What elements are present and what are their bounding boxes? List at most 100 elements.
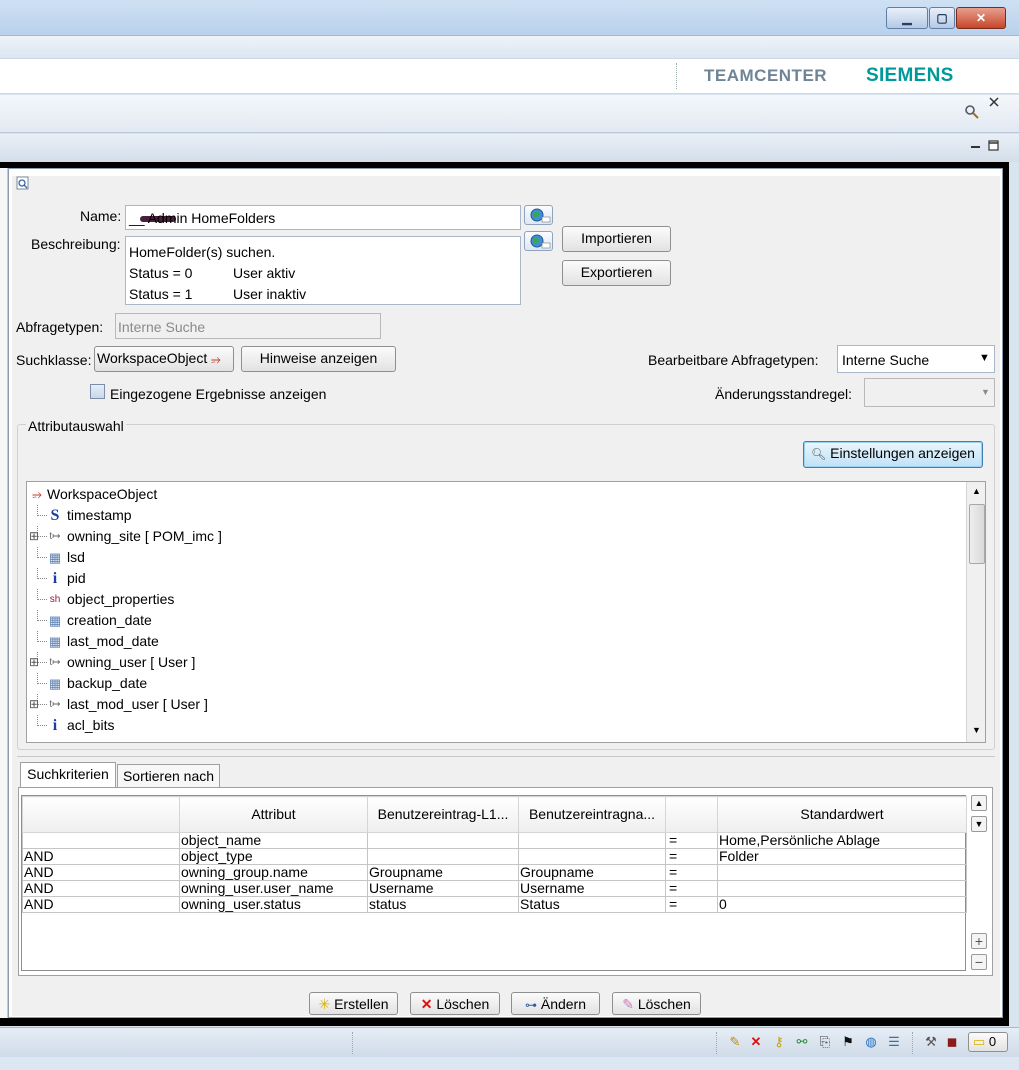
revision-rule-select[interactable]: ▼ <box>864 378 995 407</box>
clipboard-counter[interactable]: ▭ 0 <box>968 1032 1008 1052</box>
logic-cell[interactable]: AND <box>22 896 180 913</box>
scroll-down-icon[interactable]: ▼ <box>972 725 981 735</box>
keys-icon[interactable]: ⚷ <box>772 1035 786 1049</box>
minimize-button[interactable]: ▁ <box>886 7 928 29</box>
maximize-button[interactable]: ▢ <box>929 7 955 29</box>
tree-item[interactable]: i pid <box>27 568 957 589</box>
user-entry-name-cell[interactable]: Groupname <box>518 864 666 881</box>
tab-sort-by[interactable]: Sortieren nach <box>117 764 220 787</box>
tree-item[interactable]: ⭌ WorkspaceObject <box>27 484 957 505</box>
user-entry-name-cell[interactable]: Status <box>518 896 666 913</box>
operator-cell[interactable]: = <box>665 848 718 865</box>
column-header-operator[interactable] <box>665 796 718 833</box>
tools-icon[interactable]: ⚒ <box>924 1035 938 1049</box>
list-icon[interactable]: ☰ <box>887 1035 901 1049</box>
user-entry-name-cell[interactable] <box>518 832 666 849</box>
attribute-cell[interactable]: owning_user.status <box>179 896 368 913</box>
operator-cell[interactable]: = <box>665 832 718 849</box>
export-button[interactable]: Exportieren <box>562 260 671 286</box>
user-entry-l10n-cell[interactable]: status <box>367 896 519 913</box>
tree-item[interactable]: ▦ creation_date <box>27 610 957 631</box>
maximize-view-icon[interactable] <box>988 140 1000 152</box>
logic-cell[interactable]: AND <box>22 864 180 881</box>
expand-icon[interactable]: ⊞ <box>29 526 39 547</box>
description-field[interactable]: HomeFolder(s) suchen. Status = 0 User ak… <box>125 236 521 305</box>
attribute-cell[interactable]: owning_user.user_name <box>179 880 368 897</box>
operator-cell[interactable]: = <box>665 864 718 881</box>
default-value-cell[interactable]: Home,Persönliche Ablage <box>717 832 967 849</box>
tree-item[interactable]: i acl_bits <box>27 715 957 736</box>
attribute-tree[interactable]: ⭌ WorkspaceObject Stimestamp ⊞ t↦ owning_site… <box>26 481 986 743</box>
editable-types-select[interactable]: Interne Suche ▼ <box>837 345 995 373</box>
close-view-icon[interactable] <box>989 97 999 107</box>
attribute-cell[interactable]: object_type <box>179 848 368 865</box>
attribute-cell[interactable]: object_name <box>179 832 368 849</box>
default-value-cell[interactable] <box>717 864 967 881</box>
tree-item[interactable]: ⊞ t↦ owning_user [ User ] <box>27 652 957 673</box>
criteria-row[interactable]: AND owning_user.user_name Username Username… <box>22 880 967 897</box>
delete-status-icon[interactable]: ✕ <box>749 1035 763 1049</box>
user-entry-name-cell[interactable]: Username <box>518 880 666 897</box>
localize-description-button[interactable] <box>524 231 553 251</box>
pencil-icon[interactable]: ✎ <box>728 1035 742 1049</box>
minimize-view-icon[interactable] <box>970 142 982 152</box>
user-entry-l10n-cell[interactable]: Groupname <box>367 864 519 881</box>
import-button[interactable]: Importieren <box>562 226 671 252</box>
search-class-button[interactable]: WorkspaceObject ⭌ <box>94 346 234 372</box>
localize-name-button[interactable] <box>524 205 553 225</box>
globe-status-icon[interactable]: ◍ <box>864 1035 878 1049</box>
column-header-user-entry-l10n[interactable]: Benutzereintrag-L1... <box>367 796 519 833</box>
user-entry-l10n-cell[interactable]: Username <box>367 880 519 897</box>
scroll-up-icon[interactable]: ▲ <box>972 486 981 496</box>
name-field[interactable]: __ Admin HomeFolders <box>125 205 521 230</box>
default-value-cell[interactable]: 0 <box>717 896 967 913</box>
user-entry-name-cell[interactable] <box>518 848 666 865</box>
show-hints-button[interactable]: Hinweise anzeigen <box>241 346 396 372</box>
criteria-table[interactable]: Attribut Benutzereintrag-L1... Benutzere… <box>22 796 967 913</box>
tree-item[interactable]: ⊞ t↦ owning_site [ POM_imc ] <box>27 526 957 547</box>
column-header-attribute[interactable]: Attribut <box>179 796 368 833</box>
column-header-user-entry-name[interactable]: Benutzereintragna... <box>518 796 666 833</box>
link-icon[interactable]: ⚯ <box>795 1035 809 1049</box>
create-button[interactable]: ✳ Erstellen <box>309 992 398 1015</box>
show-retracted-checkbox[interactable] <box>90 384 105 399</box>
logic-cell[interactable] <box>22 832 180 849</box>
expand-icon[interactable]: ⊞ <box>29 652 39 673</box>
query-search-icon[interactable] <box>16 176 30 190</box>
tree-scrollbar[interactable]: ▲ ▼ <box>966 482 985 742</box>
logic-cell[interactable]: AND <box>22 880 180 897</box>
operator-cell[interactable]: = <box>665 896 718 913</box>
tab-search-criteria[interactable]: Suchkriterien <box>20 762 116 787</box>
tree-scroll-thumb[interactable] <box>969 504 985 564</box>
add-row-button[interactable]: + <box>971 933 987 949</box>
remove-row-button[interactable]: − <box>971 954 987 970</box>
operator-cell[interactable]: = <box>665 880 718 897</box>
delete-button[interactable]: ✕ Löschen <box>410 992 500 1015</box>
tree-item[interactable]: ▦ backup_date <box>27 673 957 694</box>
tree-item[interactable]: ▦ lsd <box>27 547 957 568</box>
checkout-icon[interactable]: ⎘ <box>818 1035 832 1049</box>
criteria-row[interactable]: AND owning_user.status status Status = 0 <box>22 896 967 913</box>
default-value-cell[interactable] <box>717 880 967 897</box>
tree-item[interactable]: sh object_properties <box>27 589 957 610</box>
criteria-row[interactable]: AND object_type = Folder <box>22 848 967 865</box>
column-header-default-value[interactable]: Standardwert <box>717 796 967 833</box>
expand-icon[interactable]: ⊞ <box>29 694 39 715</box>
cube-icon[interactable]: ◼ <box>945 1035 959 1049</box>
move-up-button[interactable]: ▲ <box>971 795 987 811</box>
modify-button[interactable]: ⊶ Ändern <box>511 992 600 1015</box>
criteria-row[interactable]: AND owning_group.name Groupname Groupname = <box>22 864 967 881</box>
tree-item[interactable]: ⊞ t↦ last_mod_user [ User ] <box>27 694 957 715</box>
tree-item[interactable]: ▦ last_mod_date <box>27 631 957 652</box>
show-settings-button[interactable]: 🔍︎ Einstellungen anzeigen <box>803 441 983 468</box>
criteria-row[interactable]: object_name = Home,Persönliche Ablage <box>22 832 967 849</box>
search-key-icon[interactable] <box>964 104 980 120</box>
default-value-cell[interactable]: Folder <box>717 848 967 865</box>
clear-button[interactable]: ✎ Löschen <box>612 992 701 1015</box>
close-button[interactable]: ✕ <box>956 7 1006 29</box>
flag-icon[interactable]: ⚑ <box>841 1035 855 1049</box>
move-down-button[interactable]: ▼ <box>971 816 987 832</box>
logic-cell[interactable]: AND <box>22 848 180 865</box>
user-entry-l10n-cell[interactable] <box>367 832 519 849</box>
tree-item[interactable]: Stimestamp <box>27 505 957 526</box>
